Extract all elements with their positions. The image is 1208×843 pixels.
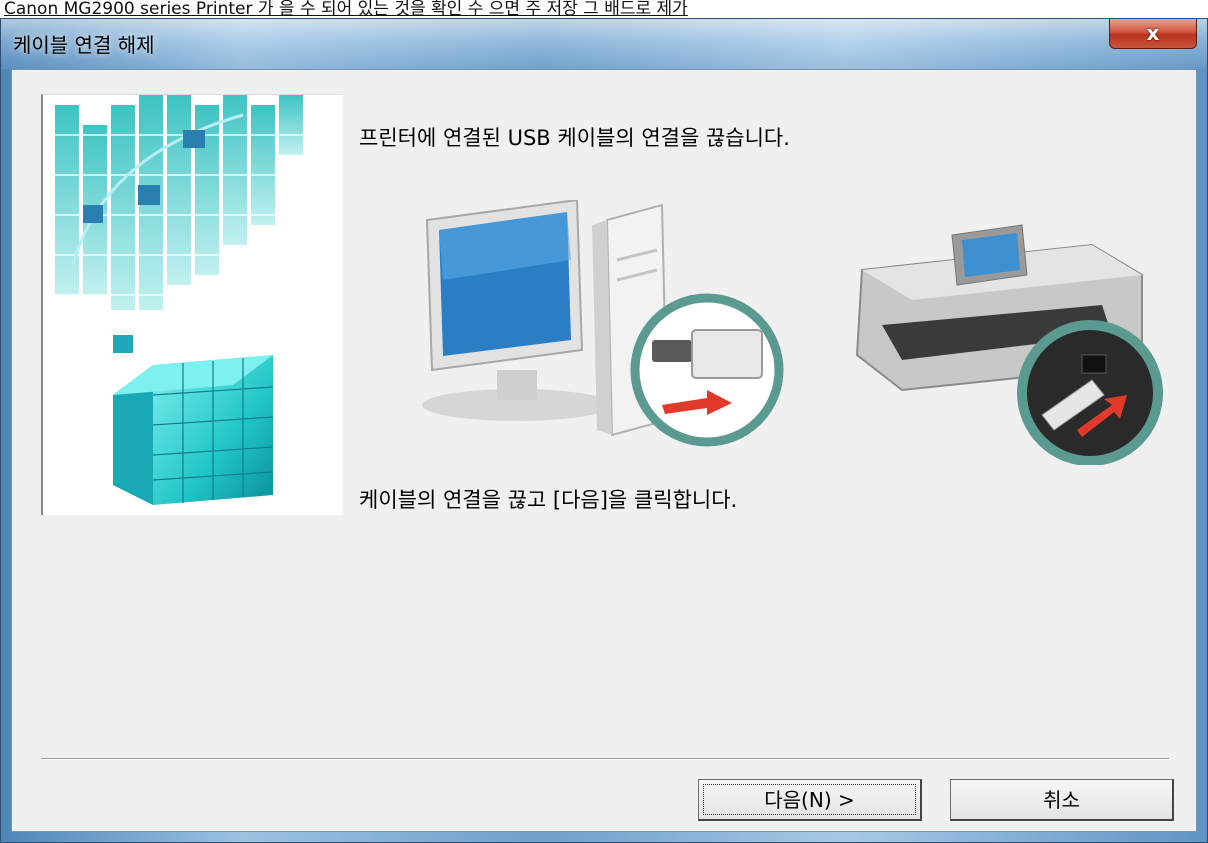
instruction-click-next: 케이블의 연결을 끊고 [다음]을 클릭합니다. bbox=[359, 488, 738, 512]
disconnect-cable-dialog: 케이블 연결 해제 x 프린터에 연결된 USB 케이블의 연결을 끊습니다. … bbox=[0, 18, 1208, 843]
close-button[interactable]: x bbox=[1109, 19, 1197, 49]
side-banner-image bbox=[41, 94, 343, 515]
button-separator bbox=[41, 758, 1169, 760]
printer-usb-unplug-illustration bbox=[855, 224, 1163, 465]
close-icon: x bbox=[1146, 21, 1160, 45]
cube-graphic bbox=[43, 95, 343, 515]
computer-usb-unplug-illustration bbox=[422, 200, 784, 447]
dialog-client-area: 프린터에 연결된 USB 케이블의 연결을 끊습니다. 케이블의 연결을 끊고 … bbox=[11, 69, 1197, 832]
background-caption-text: Canon MG2900 series Printer 가 을 수 되어 있는 … bbox=[0, 0, 1208, 18]
instruction-disconnect: 프린터에 연결된 USB 케이블의 연결을 끊습니다. bbox=[359, 126, 790, 150]
title-bar[interactable]: 케이블 연결 해제 x bbox=[1, 19, 1207, 69]
window-title: 케이블 연결 해제 bbox=[13, 33, 155, 57]
next-button[interactable]: 다음(N) > bbox=[698, 779, 922, 821]
cancel-button[interactable]: 취소 bbox=[950, 779, 1174, 821]
cancel-button-label: 취소 bbox=[1043, 787, 1080, 812]
focus-rectangle bbox=[703, 784, 916, 815]
